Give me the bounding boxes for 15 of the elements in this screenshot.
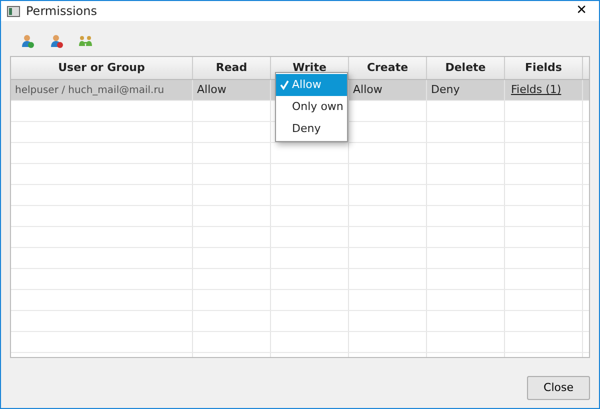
column-header[interactable]: User or Group: [11, 57, 193, 79]
column-header[interactable]: Read: [193, 57, 271, 79]
column-header[interactable]: Fields: [505, 57, 583, 79]
menu-item[interactable]: Deny: [276, 118, 347, 140]
column-header[interactable]: Create: [349, 57, 427, 79]
window-title: Permissions: [26, 3, 98, 20]
menu-item[interactable]: Only own: [276, 96, 347, 118]
table-cell: Allow: [197, 83, 226, 96]
column-header[interactable]: Delete: [427, 57, 505, 79]
fields-link[interactable]: Fields (1): [509, 83, 562, 96]
close-button[interactable]: Close: [527, 376, 590, 400]
table-cell: Deny: [431, 83, 460, 96]
table-cell: helpuser / huch_mail@mail.ru: [15, 85, 164, 96]
table-cell: Allow: [353, 83, 382, 96]
window-icon: [7, 6, 20, 16]
